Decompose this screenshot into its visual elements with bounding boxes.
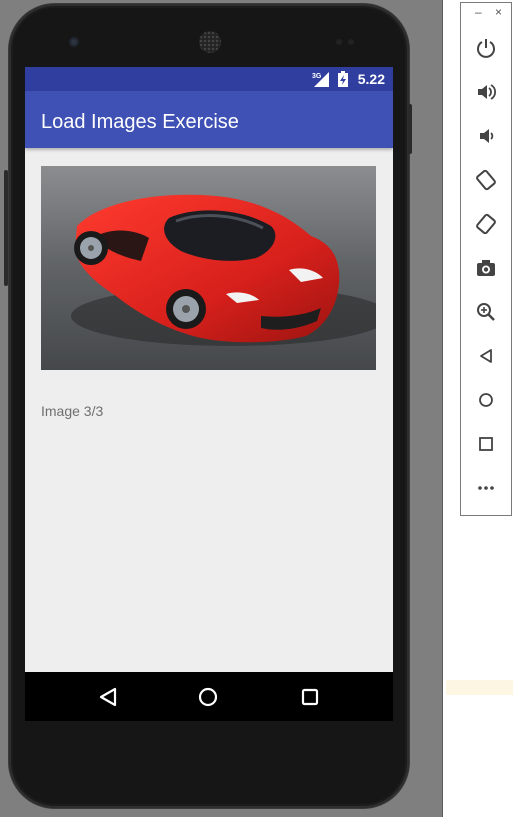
overview-icon[interactable] xyxy=(475,433,497,455)
proximity-sensor xyxy=(336,39,342,45)
car-image xyxy=(41,166,376,370)
status-bar: 3G 5.22 xyxy=(25,67,393,91)
rotate-right-icon[interactable] xyxy=(475,213,497,235)
power-icon[interactable] xyxy=(475,37,497,59)
volume-side-button xyxy=(4,170,8,286)
battery-charging-icon xyxy=(338,71,348,87)
earpiece-speaker xyxy=(199,31,221,53)
device-screen: 3G 5.22 Load Images Exercise Image 3/3 xyxy=(25,67,393,721)
minimize-button[interactable]: – xyxy=(475,6,482,18)
back-icon[interactable] xyxy=(475,345,497,367)
volume-up-icon[interactable] xyxy=(475,81,497,103)
status-time: 5.22 xyxy=(357,71,385,87)
app-bar: Load Images Exercise xyxy=(25,91,393,148)
light-sensor xyxy=(348,39,354,45)
rotate-left-icon[interactable] xyxy=(475,169,497,191)
front-camera xyxy=(69,37,79,47)
recents-square-icon[interactable] xyxy=(295,682,325,712)
ide-line-highlight xyxy=(446,680,513,695)
more-icon[interactable] xyxy=(475,477,497,499)
home-circle-icon[interactable] xyxy=(193,682,223,712)
emulator-toolbar: – × xyxy=(460,2,512,516)
power-side-button xyxy=(408,104,412,154)
navigation-bar xyxy=(25,672,393,721)
zoom-icon[interactable] xyxy=(475,301,497,323)
close-button[interactable]: × xyxy=(495,6,502,18)
back-triangle-icon[interactable] xyxy=(93,682,123,712)
image-counter-label: Image 3/3 xyxy=(41,403,104,419)
camera-icon[interactable] xyxy=(475,257,497,279)
network-type-label: 3G xyxy=(312,73,322,80)
home-icon[interactable] xyxy=(475,389,497,411)
app-title: Load Images Exercise xyxy=(41,111,239,133)
signal-3g-icon: 3G xyxy=(312,72,329,87)
volume-down-icon[interactable] xyxy=(475,125,497,147)
